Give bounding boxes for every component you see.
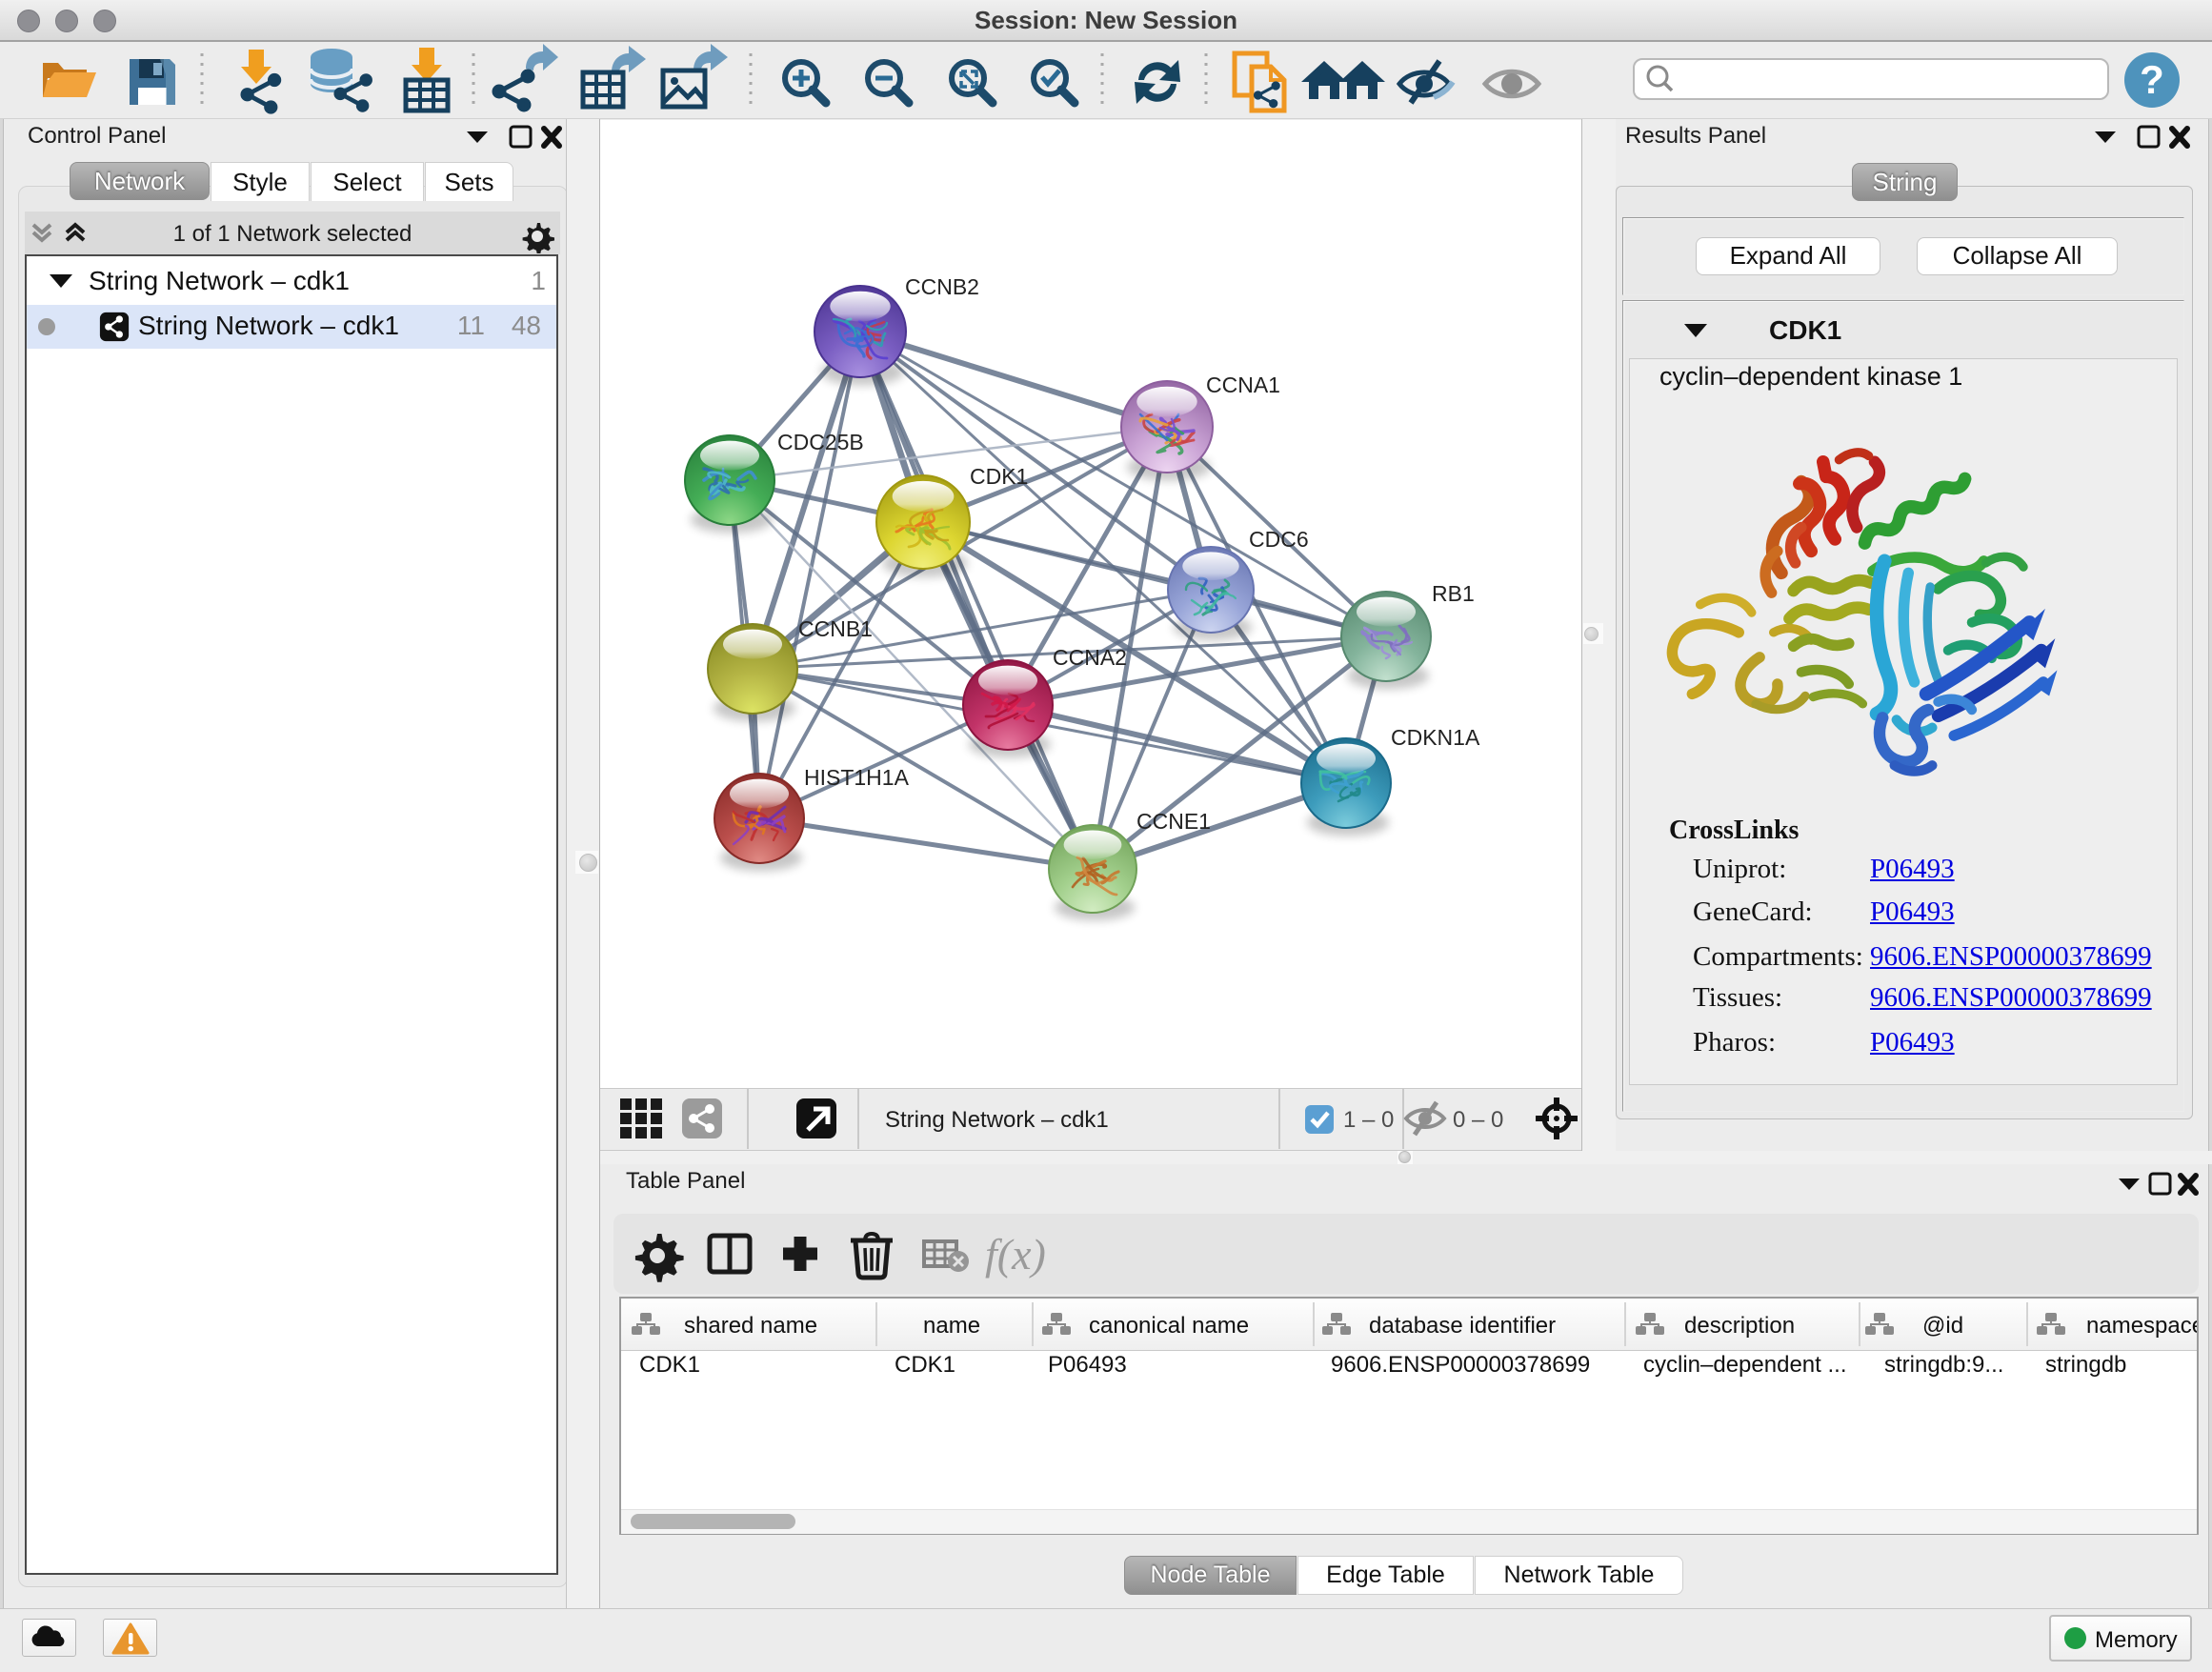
svg-text:CDK1: CDK1 [970,464,1028,489]
svg-text:name: name [923,1313,980,1339]
svg-text:CDC6: CDC6 [1249,527,1309,552]
svg-text:?: ? [2140,57,2164,102]
svg-text:0 – 0: 0 – 0 [1453,1107,1503,1133]
svg-text:String Network – cdk1: String Network – cdk1 [885,1107,1109,1133]
svg-text:description: description [1684,1313,1795,1339]
svg-text:CCNA1: CCNA1 [1206,373,1280,397]
svg-text:CCNB2: CCNB2 [905,274,979,299]
svg-text:RB1: RB1 [1432,581,1475,606]
svg-text:HIST1H1A: HIST1H1A [804,765,910,790]
svg-text:canonical name: canonical name [1089,1313,1249,1339]
svg-text:namespace: namespace [2086,1313,2197,1339]
svg-text:CDC25B: CDC25B [777,430,864,454]
svg-text:CCNE1: CCNE1 [1136,809,1211,834]
svg-text:CDKN1A: CDKN1A [1391,725,1480,750]
svg-text:shared name: shared name [684,1313,817,1339]
svg-text:database identifier: database identifier [1369,1313,1556,1339]
svg-text:@id: @id [1922,1313,1963,1339]
svg-text:1 – 0: 1 – 0 [1343,1107,1394,1133]
svg-text:CCNB1: CCNB1 [798,616,873,641]
svg-text:CCNA2: CCNA2 [1053,645,1127,670]
svg-text:f(x): f(x) [985,1230,1046,1279]
